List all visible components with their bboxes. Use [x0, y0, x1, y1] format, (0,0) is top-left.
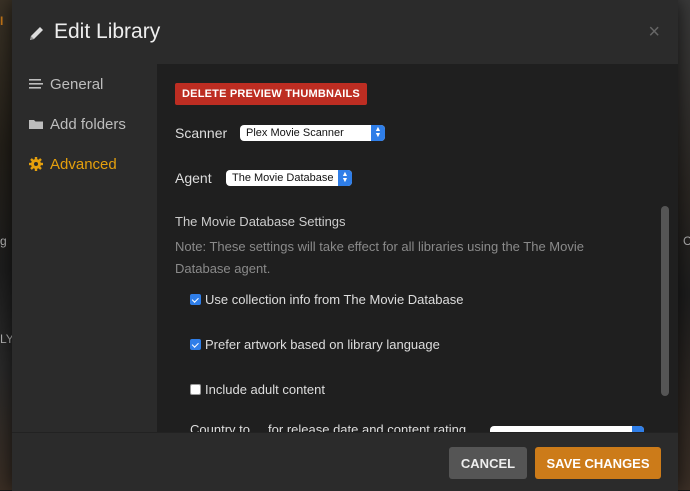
sidebar-item-label: Add folders [50, 115, 126, 133]
checkbox-unchecked[interactable] [190, 384, 201, 395]
sidebar-item-advanced[interactable]: Advanced [28, 152, 117, 176]
dialog-header: Edit Library × [12, 0, 678, 65]
option-label: Include adult content [205, 382, 325, 397]
agent-select[interactable]: The Movie Database ▲ ▼ [226, 170, 352, 186]
sidebar-item-general[interactable]: General [28, 72, 103, 96]
dialog-title: Edit Library [54, 20, 161, 43]
agent-settings-title: The Movie Database Settings [175, 214, 346, 229]
option-use-collection-info[interactable]: Use collection info from The Movie Datab… [190, 292, 463, 307]
agent-label: Agent [175, 170, 212, 186]
background-text: I [0, 14, 4, 28]
folder-icon [29, 120, 43, 129]
select-arrows-icon: ▲ ▼ [371, 125, 385, 141]
sidebar-item-label: General [50, 75, 104, 93]
background-text: C [683, 234, 690, 248]
option-label: Use collection info from The Movie Datab… [205, 292, 464, 307]
pencil-icon [30, 27, 43, 40]
select-arrows-icon: ▲ ▼ [338, 170, 352, 186]
checkbox-checked[interactable] [190, 294, 201, 305]
agent-settings-note: Note: These settings will take effect fo… [175, 239, 584, 276]
gear-icon [29, 157, 43, 171]
checkbox-checked[interactable] [190, 339, 201, 350]
scanner-select-value: Plex Movie Scanner [246, 127, 344, 139]
edit-library-dialog: Edit Library × General Add folders Advan… [12, 0, 678, 491]
scanner-select[interactable]: Plex Movie Scanner ▲ ▼ [240, 125, 385, 141]
delete-preview-thumbnails-button[interactable]: DELETE PREVIEW THUMBNAILS [175, 83, 367, 105]
dialog-footer: CANCEL SAVE CHANGES [12, 432, 678, 491]
close-icon[interactable]: × [648, 22, 660, 42]
sidebar-item-add-folders[interactable]: Add folders [28, 112, 126, 136]
save-changes-button[interactable]: SAVE CHANGES [535, 447, 661, 479]
option-prefer-artwork-language[interactable]: Prefer artwork based on library language [190, 337, 440, 352]
agent-select-value: The Movie Database [232, 172, 334, 184]
option-include-adult-content[interactable]: Include adult content [190, 382, 325, 397]
option-label: Prefer artwork based on library language [205, 337, 440, 352]
country-setting-label: Country to ... for release date and cont… [190, 422, 467, 432]
content-scrollbar[interactable] [661, 206, 669, 396]
advanced-settings-panel: DELETE PREVIEW THUMBNAILS Scanner Plex M… [157, 64, 678, 432]
background-text: g [0, 234, 7, 248]
cancel-button[interactable]: CANCEL [449, 447, 527, 479]
sidebar-item-label: Advanced [50, 155, 117, 173]
scanner-label: Scanner [175, 125, 228, 141]
settings-sidebar: General Add folders Advanced [12, 64, 157, 432]
list-icon [29, 79, 43, 89]
